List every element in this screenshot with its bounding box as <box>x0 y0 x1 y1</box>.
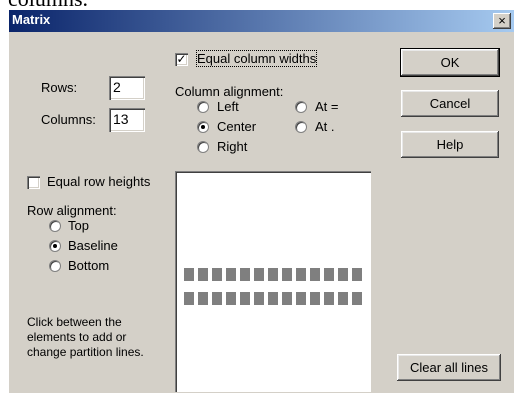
matrix-cell <box>296 268 306 281</box>
row-align-baseline-label[interactable]: Baseline <box>68 238 118 253</box>
matrix-cell <box>226 292 236 305</box>
matrix-preview[interactable] <box>175 171 371 392</box>
title-bar: Matrix × <box>9 10 514 32</box>
equal-row-heights-label[interactable]: Equal row heights <box>47 174 150 189</box>
matrix-cell <box>296 292 306 305</box>
cancel-button[interactable]: Cancel <box>401 90 499 117</box>
matrix-cell <box>268 292 278 305</box>
matrix-cell <box>352 268 362 281</box>
row-alignment-label: Row alignment: <box>27 203 117 218</box>
matrix-cell <box>212 292 222 305</box>
matrix-cell <box>268 268 278 281</box>
matrix-cell <box>240 268 250 281</box>
matrix-cell <box>198 292 208 305</box>
rows-label: Rows: <box>41 80 78 95</box>
columns-label: Columns: <box>41 112 96 127</box>
matrix-cell <box>338 268 348 281</box>
hint-line-1: Click between the <box>27 315 122 329</box>
matrix-cell <box>184 268 194 281</box>
column-alignment-label: Column alignment: <box>175 84 284 99</box>
matrix-cell <box>310 268 320 281</box>
equal-row-heights-checkbox[interactable] <box>27 176 40 189</box>
matrix-cell <box>240 292 250 305</box>
matrix-cell <box>226 268 236 281</box>
column-align-right-radio[interactable] <box>197 141 209 153</box>
page-top-fragment: columns. <box>0 0 514 10</box>
column-align-center-radio[interactable] <box>197 121 209 133</box>
matrix-cell <box>310 292 320 305</box>
matrix-cell <box>282 268 292 281</box>
help-button[interactable]: Help <box>401 131 499 158</box>
check-mark-icon: ✓ <box>176 52 187 66</box>
equal-column-widths-checkbox[interactable]: ✓ <box>175 53 188 66</box>
row-align-bottom-radio[interactable] <box>49 260 61 272</box>
matrix-cell <box>184 292 194 305</box>
column-align-center-label[interactable]: Center <box>217 119 256 134</box>
column-align-at-equals-radio[interactable] <box>295 101 307 113</box>
matrix-dialog: Matrix × Rows: 2 Columns: 13 ✓ Equal col… <box>9 10 514 393</box>
close-button[interactable]: × <box>493 13 511 29</box>
column-align-left-radio[interactable] <box>197 101 209 113</box>
matrix-cell <box>212 268 222 281</box>
row-align-top-label[interactable]: Top <box>68 218 89 233</box>
ok-button[interactable]: OK <box>400 48 500 77</box>
matrix-cell <box>352 292 362 305</box>
matrix-cell <box>254 292 264 305</box>
column-align-at-period-radio[interactable] <box>295 121 307 133</box>
window-title: Matrix <box>12 12 51 27</box>
columns-input[interactable]: 13 <box>109 108 145 132</box>
matrix-cell <box>324 268 334 281</box>
column-align-at-equals-label[interactable]: At = <box>315 99 339 114</box>
row-align-top-radio[interactable] <box>49 220 61 232</box>
column-align-left-label[interactable]: Left <box>217 99 239 114</box>
hint-line-2: elements to add or <box>27 330 127 344</box>
column-align-at-period-label[interactable]: At . <box>315 119 335 134</box>
rows-input[interactable]: 2 <box>109 76 145 100</box>
row-align-baseline-radio[interactable] <box>49 240 61 252</box>
column-align-right-label[interactable]: Right <box>217 139 247 154</box>
clear-all-lines-button[interactable]: Clear all lines <box>397 354 501 381</box>
matrix-cell <box>282 292 292 305</box>
hint-line-3: change partition lines. <box>27 345 144 359</box>
row-align-bottom-label[interactable]: Bottom <box>68 258 109 273</box>
equal-column-widths-label[interactable]: Equal column widths <box>195 50 318 67</box>
matrix-cell <box>198 268 208 281</box>
page-top-text: columns. <box>8 0 88 10</box>
matrix-cell <box>338 292 348 305</box>
matrix-cell <box>254 268 264 281</box>
matrix-cell <box>324 292 334 305</box>
